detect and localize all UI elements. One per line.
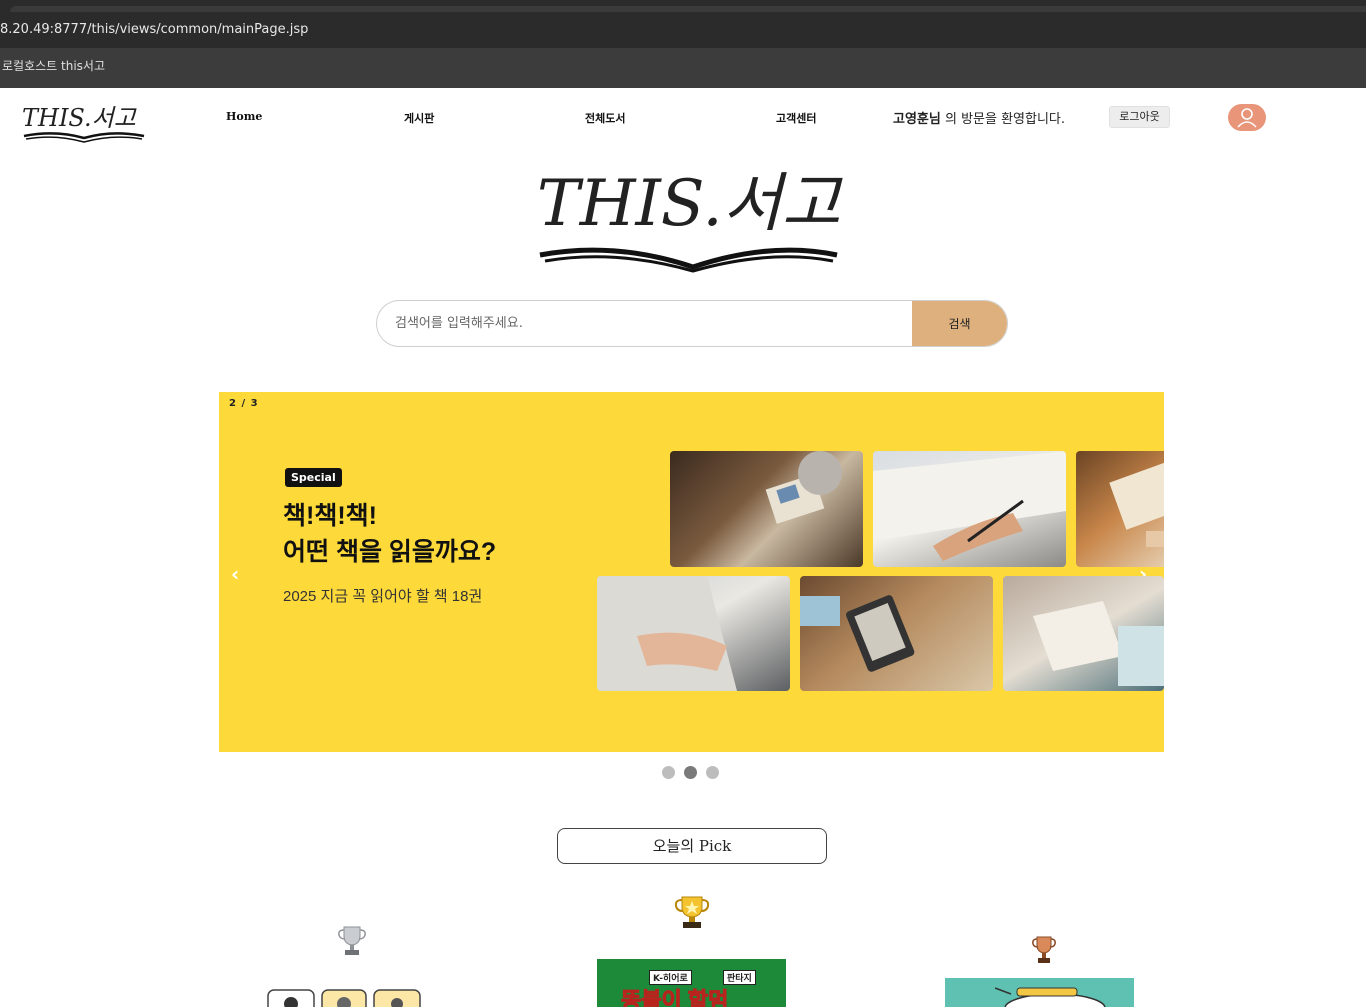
- reading-photo: [670, 451, 863, 567]
- book-title: 똥볼이 할멈: [620, 988, 729, 1007]
- special-badge: Special: [285, 468, 342, 487]
- nav-customer-center[interactable]: 고객센터: [776, 110, 816, 126]
- today-pick-heading[interactable]: 오늘의 Pick: [557, 828, 827, 864]
- slide-counter: 2 / 3: [229, 398, 259, 409]
- bookmark-item[interactable]: 로컬호스트 this서고: [2, 59, 105, 73]
- book-cover-first-place[interactable]: K-히어로 판타지 똥볼이 할멈: [597, 959, 786, 1007]
- user-avatar[interactable]: [1228, 104, 1266, 131]
- carousel-prev-arrow[interactable]: ‹: [231, 562, 239, 586]
- carousel-pagination: [662, 766, 722, 780]
- nav-all-books[interactable]: 전체도서: [585, 110, 625, 126]
- gold-trophy-icon: [674, 896, 710, 928]
- hero-logo: THIS.서고: [537, 167, 844, 273]
- nav-home[interactable]: Home: [226, 110, 262, 123]
- browser-tab-strip: [0, 0, 1366, 12]
- site-logo[interactable]: THIS.서고: [20, 98, 150, 144]
- logout-button[interactable]: 로그아웃: [1109, 106, 1170, 128]
- banner-headline: 책!책!책! 어떤 책을 읽을까요?: [283, 498, 496, 570]
- banner-subline: 2025 지금 꼭 읽어야 할 책 18권: [283, 588, 483, 605]
- svg-text:THIS.서고: THIS.서고: [22, 104, 137, 132]
- silver-trophy-icon: [338, 926, 366, 955]
- site-header: THIS.서고 Home 게시판 전체도서 고객센터 고영훈님 의 방문을 환영…: [0, 88, 1366, 150]
- search-bar: 검색: [376, 300, 1008, 347]
- reading-photo: [1076, 451, 1164, 567]
- search-button[interactable]: 검색: [912, 301, 1007, 346]
- user-icon: [1237, 108, 1257, 128]
- address-bar[interactable]: 8.20.49:8777/this/views/common/mainPage.…: [0, 12, 1366, 48]
- headline-line-1: 책!책!책!: [283, 502, 377, 530]
- reading-photo: [1003, 576, 1164, 691]
- carousel-dot[interactable]: [706, 766, 719, 779]
- reading-photo: [800, 576, 993, 691]
- search-input[interactable]: [377, 301, 913, 346]
- user-name: 고영훈님: [893, 112, 941, 127]
- bronze-trophy-icon: [1032, 936, 1056, 963]
- reading-photo: [873, 451, 1066, 567]
- svg-text:THIS.서고: THIS.서고: [537, 167, 844, 241]
- reading-photo: [597, 576, 790, 691]
- banner-carousel: 2 / 3 Special 책!책!책! 어떤 책을 읽을까요? 2025 지금…: [219, 392, 1164, 752]
- book-cover-second-place[interactable]: [266, 988, 422, 1007]
- carousel-dot[interactable]: [662, 766, 675, 779]
- welcome-message: 고영훈님 의 방문을 환영합니다.: [893, 108, 1065, 127]
- nav-board[interactable]: 게시판: [404, 110, 434, 126]
- welcome-text: 의 방문을 환영합니다.: [940, 112, 1066, 127]
- headline-line-2: 어떤 책을 읽을까요?: [283, 538, 497, 566]
- book-cover-third-place[interactable]: [945, 978, 1134, 1007]
- bookmarks-bar: 로컬호스트 this서고: [0, 48, 1366, 88]
- carousel-dot-active[interactable]: [684, 766, 697, 779]
